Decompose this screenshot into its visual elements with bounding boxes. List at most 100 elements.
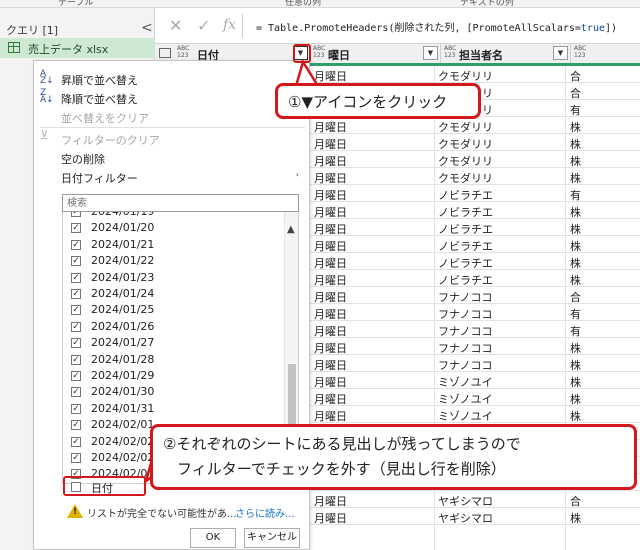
menu-sort-ascending[interactable]: A Z↓ 昇順で並べ替え (34, 69, 309, 88)
table-cell: 有 (570, 325, 581, 338)
warning-icon: ! (67, 504, 83, 518)
checkbox-checked[interactable]: ✓ (71, 305, 81, 316)
table-row[interactable]: 月曜日 ミゾノユイ 株 (310, 372, 640, 389)
checklist-item[interactable]: ✓ 2024/01/20 (69, 220, 279, 236)
checklist-item[interactable]: ✓ 2024/01/23 (69, 270, 279, 286)
table-row[interactable]: 月曜日 ノビラチエ 株 (310, 236, 640, 253)
checklist-item[interactable]: ✓ 2024/01/30 (69, 384, 279, 400)
table-cell: フナノココ (438, 308, 493, 321)
checklist-item[interactable]: ✓ 2024/01/28 (69, 352, 279, 368)
chevron-right-icon: › (295, 170, 299, 179)
table-cell: 月曜日 (314, 376, 347, 389)
checklist-item[interactable]: ✓ 2024/01/21 (69, 237, 279, 253)
table-cell: 株 (570, 257, 581, 270)
menu-sort-descending[interactable]: Z A↓ 降順で並べ替え (34, 88, 309, 107)
table-row[interactable]: 月曜日 ミゾノユイ 株 (310, 406, 640, 423)
checkbox-checked[interactable]: ✓ (71, 321, 81, 332)
checkbox-checked[interactable]: ✓ (71, 387, 81, 398)
table-row[interactable]: 月曜日 ミゾノユイ 株 (310, 389, 640, 406)
table-cell: ヤギシマロ (438, 512, 493, 525)
menu-remove-empty[interactable]: 空の削除 (34, 148, 309, 166)
table-cell: フナノココ (438, 359, 493, 372)
search-field[interactable] (62, 194, 299, 212)
table-cell: 株 (570, 274, 581, 287)
load-more-link[interactable]: さらに読み... (235, 505, 295, 520)
checkbox-checked[interactable]: ✓ (71, 403, 81, 414)
checkbox-checked[interactable]: ✓ (71, 420, 81, 431)
table-cell: 月曜日 (314, 359, 347, 372)
checkbox-checked[interactable]: ✓ (71, 371, 81, 381)
table-row[interactable]: 月曜日 クモダリリ 株 (310, 151, 640, 168)
table-row[interactable]: 月曜日 クモダリリ 株 (310, 168, 640, 185)
checkbox-checked[interactable]: ✓ (71, 239, 81, 250)
table-cell: ミゾノユイ (438, 410, 493, 423)
checkbox-checked[interactable]: ✓ (71, 212, 81, 217)
table-cell: 株 (570, 172, 581, 185)
checklist-item[interactable]: ✓ 2024/01/31 (69, 401, 279, 417)
table-row[interactable]: 月曜日 ヤギシマロ 株 (310, 508, 640, 525)
table-row[interactable]: 月曜日 フナノココ 株 (310, 355, 640, 372)
query-item-sales-data[interactable]: 売上データ xlsx (0, 38, 155, 58)
column-header-person[interactable]: ABC 123 担当者名 ▼ (441, 44, 571, 63)
table-row[interactable]: 月曜日 フナノココ 株 (310, 338, 640, 355)
table-row[interactable]: 月曜日 フナノココ 合 (310, 287, 640, 304)
cancel-button[interactable]: キャンセル (244, 528, 300, 548)
table-row[interactable]: 月曜日 クモダリリ 株 (310, 134, 640, 151)
checklist-item-label: 2024/02/02 (91, 434, 155, 448)
table-row[interactable]: 月曜日 ノビラチエ 株 (310, 253, 640, 270)
table-row[interactable]: 月曜日 ノビラチエ 株 (310, 202, 640, 219)
checkbox-checked[interactable]: ✓ (71, 272, 81, 283)
table-cell: 月曜日 (314, 512, 347, 525)
checklist-item-label: 2024/01/29 (91, 369, 155, 382)
ok-button[interactable]: OK (190, 528, 236, 548)
table-cell: ノビラチエ (438, 206, 493, 219)
checklist-item[interactable]: ✓ 2024/01/19 (69, 212, 279, 220)
table-row[interactable]: 月曜日 ヤギシマロ 合 (310, 491, 640, 508)
table-cell: ノビラチエ (438, 257, 493, 270)
menu-clear-filter[interactable]: ⊻ フィルターのクリア (34, 129, 309, 147)
table-cell: 株 (570, 512, 581, 525)
checklist-item[interactable]: ✓ 2024/01/22 (69, 253, 279, 269)
column-header-company[interactable]: ABC 123 (571, 44, 640, 63)
table-cell: フナノココ (438, 291, 493, 304)
filter-dropdown-icon[interactable]: ▼ (553, 46, 568, 60)
checklist-item[interactable]: ✓ 2024/01/24 (69, 286, 279, 302)
menu-clear-sort[interactable]: 並べ替えをクリア (34, 107, 309, 125)
checkbox-checked[interactable]: ✓ (71, 436, 81, 447)
table-row[interactable]: 月曜日 クモダリリ 合 (310, 66, 640, 83)
column-type-icon: ABC 123 (444, 45, 457, 59)
table-cell: 有 (570, 189, 581, 202)
table-cell: 株 (570, 342, 581, 355)
close-icon[interactable]: ✕ (169, 16, 182, 35)
check-icon[interactable]: ✓ (197, 16, 210, 35)
fx-icon[interactable]: fx (223, 17, 236, 33)
column-header-weekday[interactable]: ABC 123 曜日 ▼ (310, 44, 441, 63)
checkbox-checked[interactable]: ✓ (71, 289, 81, 299)
table-row[interactable]: 月曜日 フナノココ 有 (310, 321, 640, 338)
table-row[interactable]: 月曜日 フナノココ 有 (310, 304, 640, 321)
search-input[interactable] (63, 195, 298, 211)
list-incomplete-warning: ! リストが完全でない可能性があ... さらに読み... (67, 504, 307, 522)
table-row[interactable]: 月曜日 ノビラチエ 株 (310, 270, 640, 287)
checklist-item[interactable]: ✓ 2024/01/29 (69, 368, 279, 384)
checkbox-checked[interactable]: ✓ (71, 223, 81, 234)
highlight-dropdown-icon (293, 44, 311, 63)
table-cell: 株 (570, 121, 581, 134)
table-cell: 有 (570, 308, 581, 321)
checklist-item[interactable]: ✓ 2024/01/26 (69, 319, 279, 335)
menu-date-filter[interactable]: 日付フィルター › (34, 167, 309, 185)
scroll-up-icon[interactable]: ▲ (287, 224, 295, 235)
checklist-item[interactable]: ✓ 2024/01/25 (69, 302, 279, 318)
table-row[interactable]: 月曜日 ノビラチエ 有 (310, 185, 640, 202)
checkbox-checked[interactable]: ✓ (71, 354, 81, 365)
checkbox-checked[interactable]: ✓ (71, 338, 81, 349)
checklist-item[interactable]: ✓ 2024/01/27 (69, 335, 279, 351)
chevron-left-icon[interactable]: < (141, 20, 153, 36)
checklist-item-label: 2024/01/27 (91, 336, 155, 350)
checkbox-checked[interactable]: ✓ (71, 453, 81, 463)
formula-input[interactable]: = Table.PromoteHeaders(削除された列, [PromoteA… (256, 19, 617, 34)
filter-dropdown-icon[interactable]: ▼ (423, 46, 438, 60)
table-row[interactable]: 月曜日 ノビラチエ 株 (310, 219, 640, 236)
table-row[interactable]: 月曜日 クモダリリ 株 (310, 117, 640, 134)
checkbox-checked[interactable]: ✓ (71, 256, 81, 267)
